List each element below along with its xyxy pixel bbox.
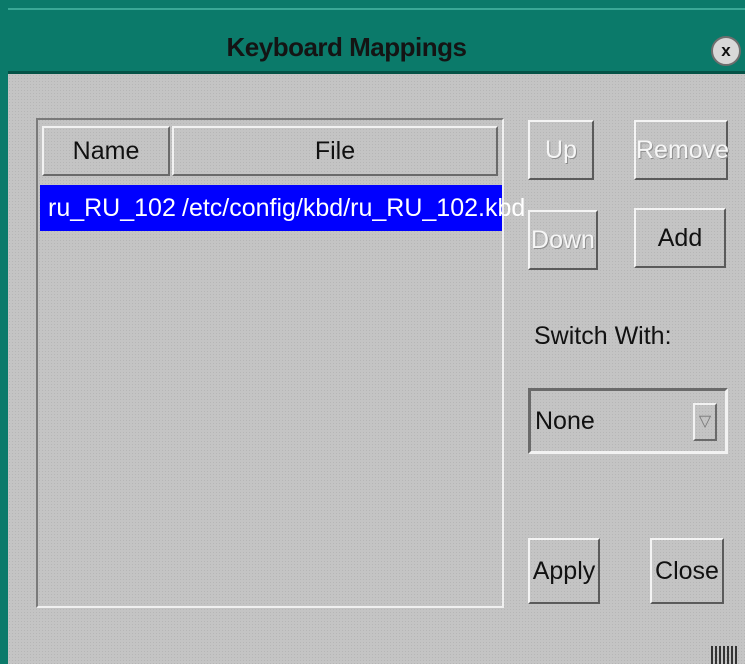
resize-grip-icon[interactable] (711, 646, 737, 664)
window-title: Keyboard Mappings (226, 32, 467, 62)
close-icon[interactable]: x (711, 36, 741, 66)
down-button[interactable]: Down (528, 210, 598, 270)
add-button[interactable]: Add (634, 208, 726, 268)
column-header-name[interactable]: Name (42, 126, 170, 176)
row-name-cell: ru_RU_102 (48, 194, 176, 222)
triangle-down-icon[interactable]: ▽ (693, 403, 717, 441)
close-glyph: x (721, 41, 731, 60)
mapping-list[interactable]: Name File ru_RU_102 /etc/config/kbd/ru_R… (36, 118, 525, 608)
apply-button[interactable]: Apply (528, 538, 600, 604)
column-header-file[interactable]: File (172, 126, 498, 176)
up-button[interactable]: Up (528, 120, 594, 180)
remove-button[interactable]: Remove (634, 120, 729, 180)
switch-with-value: None (535, 407, 595, 435)
row-file-cell: /etc/config/kbd/ru_RU_102.kbd (182, 194, 526, 222)
title-bar[interactable]: Keyboard Mappings x (8, 8, 745, 74)
switch-with-label: Switch With: (534, 322, 672, 350)
switch-with-select[interactable]: None ▽ (528, 388, 728, 454)
table-row[interactable]: ru_RU_102 /etc/config/kbd/ru_RU_102.kbd (40, 185, 525, 231)
close-button[interactable]: Close (650, 538, 724, 604)
